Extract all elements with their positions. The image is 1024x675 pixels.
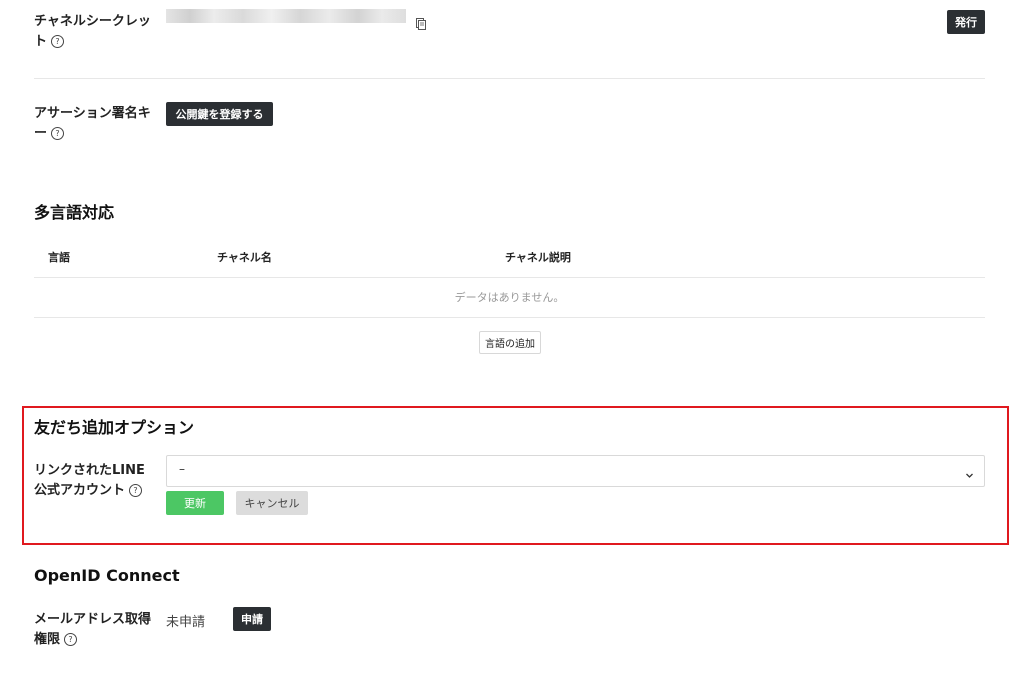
email-permission-status: 未申請 — [166, 615, 206, 630]
assertion-key-label-line1: アサーション署名キ — [34, 106, 151, 121]
update-button[interactable]: 更新 — [166, 491, 224, 515]
email-permission-label: メールアドレス取得 権限? — [34, 610, 151, 650]
column-header-channel-name: チャネル名 — [217, 251, 272, 264]
linked-account-select[interactable]: – — [166, 455, 985, 487]
linked-account-label: リンクされたLINE 公式アカウント? — [34, 461, 145, 501]
column-header-language: 言語 — [48, 251, 70, 264]
table-bottom-divider — [34, 317, 985, 318]
help-icon[interactable]: ? — [64, 633, 78, 646]
empty-table-message: データはありません。 — [454, 291, 565, 304]
channel-secret-label-line1: チャネルシークレッ — [34, 14, 151, 29]
copy-icon[interactable] — [416, 15, 426, 30]
channel-secret-value — [166, 9, 406, 23]
issue-button[interactable]: 発行 — [947, 10, 985, 34]
help-icon[interactable]: ? — [51, 127, 65, 140]
linked-account-label-line1: リンクされたLINE — [34, 463, 145, 478]
table-header-divider — [34, 277, 985, 278]
select-value: – — [179, 462, 185, 476]
apply-button[interactable]: 申請 — [233, 607, 271, 631]
help-icon[interactable]: ? — [129, 484, 143, 497]
friend-option-title: 友だち追加オプション — [34, 418, 195, 437]
channel-secret-label: チャネルシークレッ ト? — [34, 12, 151, 52]
openid-title: OpenID Connect — [34, 566, 180, 585]
multilang-title: 多言語対応 — [34, 203, 115, 222]
cancel-button[interactable]: キャンセル — [236, 491, 308, 515]
column-header-channel-description: チャネル説明 — [505, 251, 571, 264]
assertion-key-label-line2: ー — [34, 126, 48, 141]
email-permission-label-line1: メールアドレス取得 — [34, 612, 152, 627]
help-icon[interactable]: ? — [51, 35, 65, 48]
divider — [34, 78, 985, 79]
chevron-down-icon — [965, 465, 974, 484]
linked-account-label-line2: 公式アカウント — [34, 483, 126, 498]
email-permission-label-line2: 権限 — [34, 632, 61, 647]
add-language-button[interactable]: 言語の追加 — [479, 331, 541, 354]
register-public-key-button[interactable]: 公開鍵を登録する — [166, 102, 273, 126]
assertion-key-label: アサーション署名キ ー? — [34, 104, 151, 144]
channel-secret-label-line2: ト — [34, 34, 48, 49]
